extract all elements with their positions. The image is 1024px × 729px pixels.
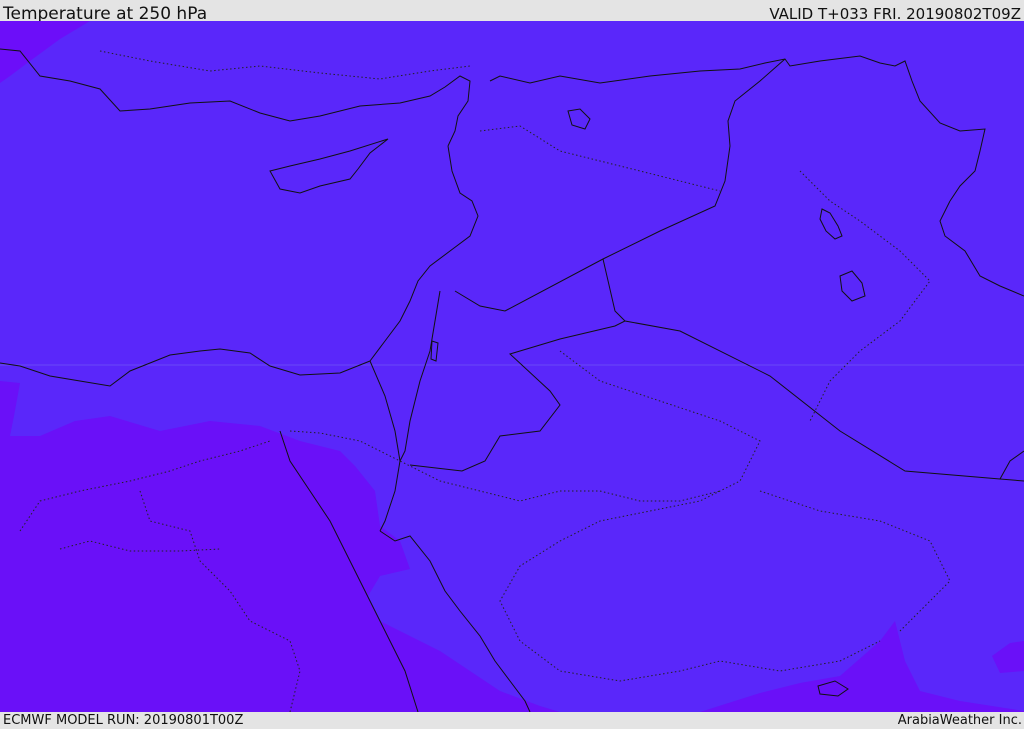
map-figure: Temperature at 250 hPa VALID T+033 FRI. …: [0, 0, 1024, 729]
footer-bar: ECMWF MODEL RUN: 20190801T00Z ArabiaWeat…: [0, 712, 1024, 729]
model-run-label: ECMWF MODEL RUN: 20190801T00Z: [3, 713, 244, 728]
header-bar: Temperature at 250 hPa VALID T+033 FRI. …: [0, 0, 1024, 24]
brand-label: ArabiaWeather Inc.: [897, 713, 1022, 728]
temperature-map: [0, 21, 1024, 712]
